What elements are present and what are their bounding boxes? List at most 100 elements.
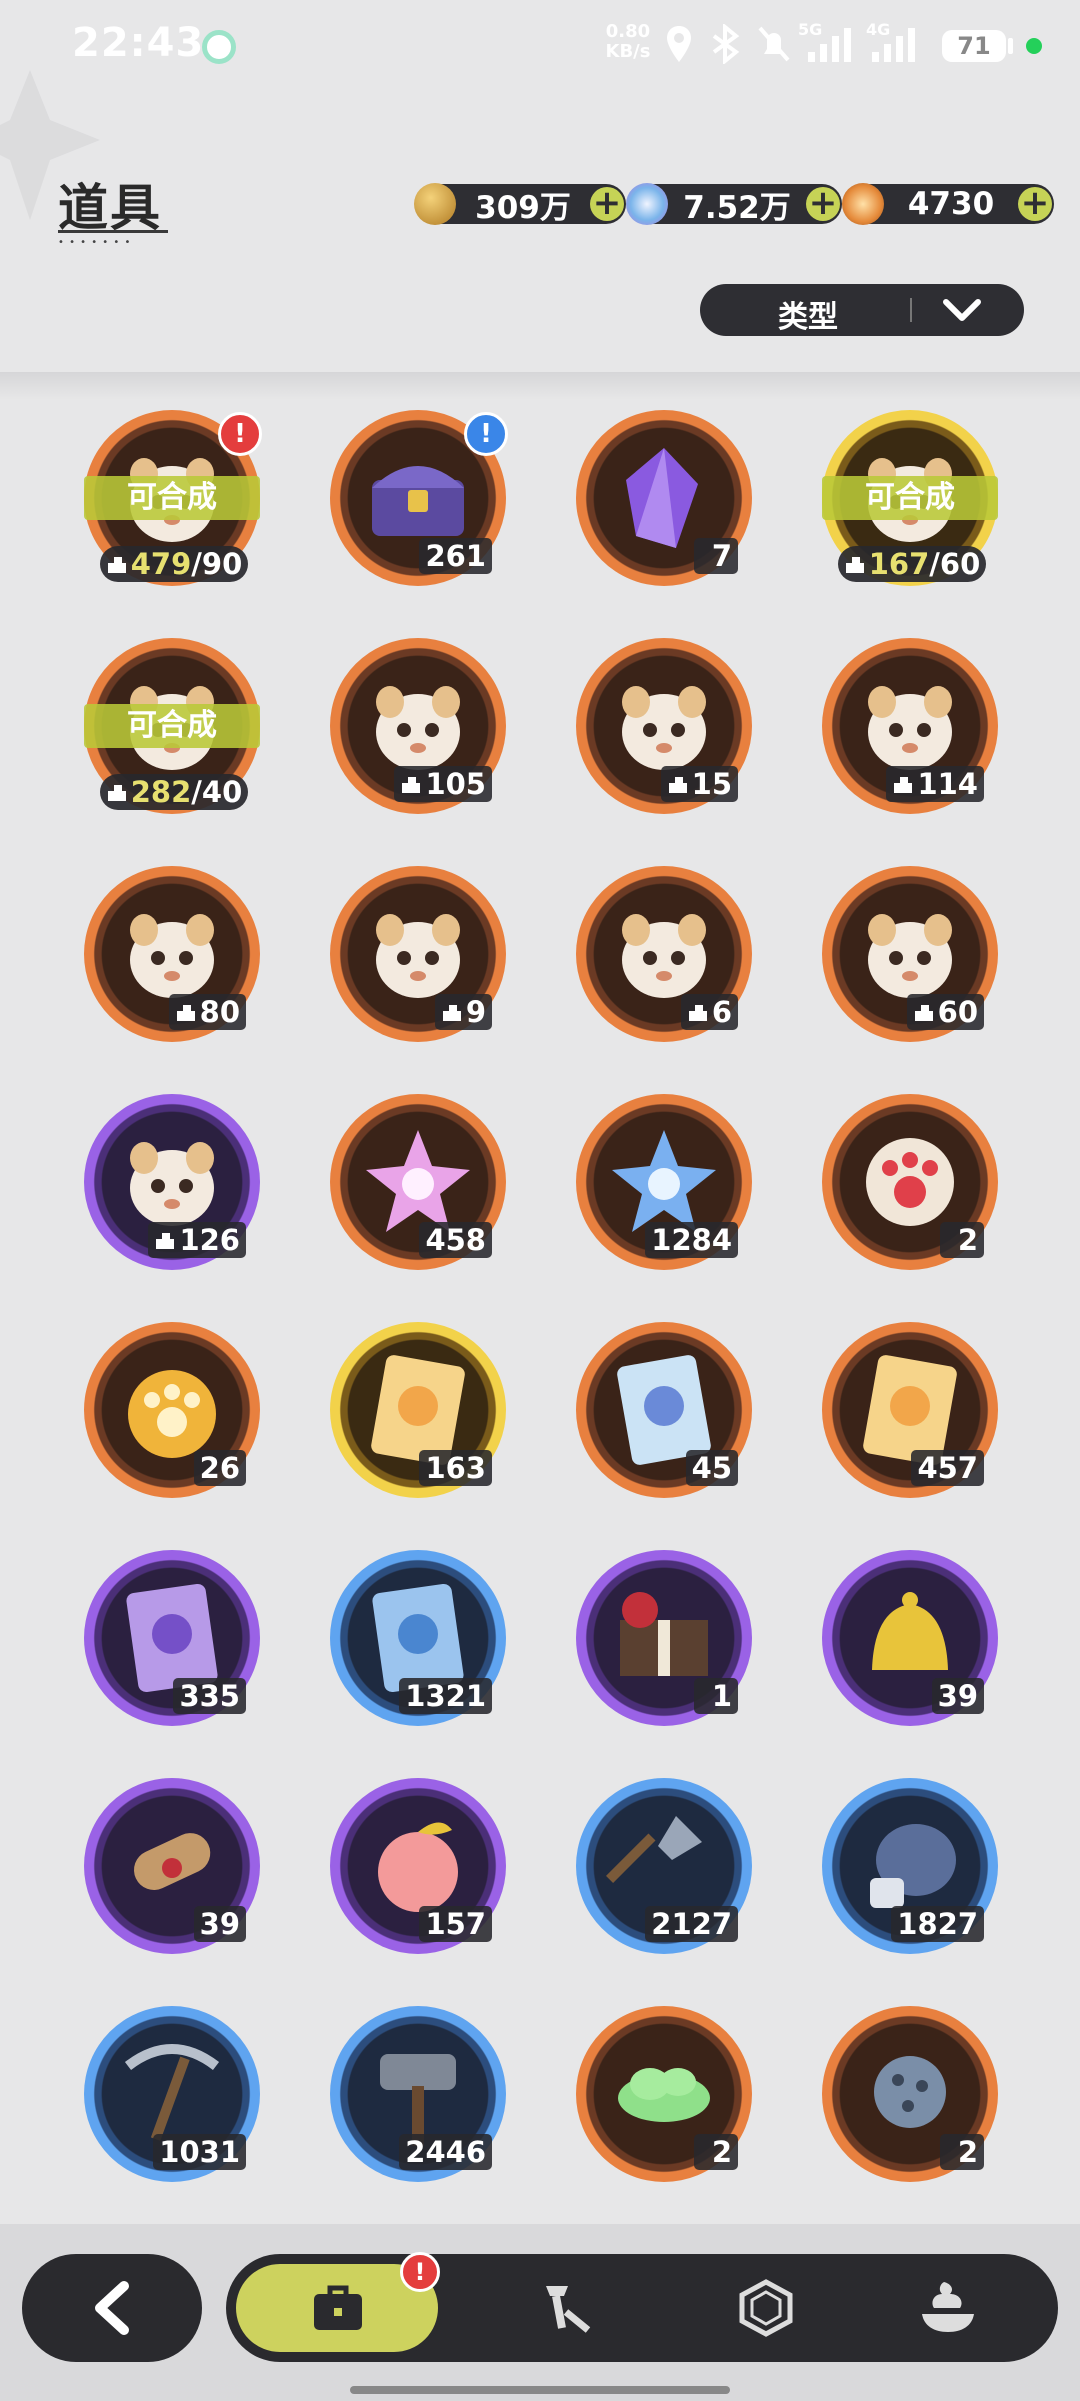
item-count: 126 <box>148 1222 246 1258</box>
item-count: 1827 <box>891 1906 984 1942</box>
craftable-banner: 可合成 <box>84 704 260 748</box>
status-bar: 22:43 0.80 KB/s 5G 4G 71 <box>0 0 1080 92</box>
item-count: 457 <box>911 1450 984 1486</box>
bluetooth-icon <box>712 24 740 64</box>
alert-badge: ! <box>464 412 508 456</box>
back-button[interactable] <box>22 2254 202 2362</box>
bottom-nav <box>226 2254 1058 2362</box>
item-count: 26 <box>193 1450 246 1486</box>
item-slot-golden-puppy-fragment-2[interactable]: 可合成 167/60 <box>822 410 998 586</box>
location-icon <box>667 26 691 62</box>
item-count: 15 <box>660 766 738 802</box>
item-count: 2 <box>940 2134 984 2170</box>
item-slot-shovel[interactable]: 2127 <box>576 1778 752 1954</box>
item-slot-pink-star-crystal[interactable]: 458 <box>330 1094 506 1270</box>
dessert-icon <box>922 2282 974 2332</box>
item-slot-white-cat-fragment[interactable]: 80 <box>84 866 260 1042</box>
type-filter-dropdown[interactable]: 类型 <box>700 284 1024 336</box>
item-slot-blue-card[interactable]: 1321 <box>330 1550 506 1726</box>
item-slot-knight-fragment[interactable]: 114 <box>822 638 998 814</box>
bag-icon <box>314 2285 362 2330</box>
craftable-banner: 可合成 <box>84 476 260 520</box>
crystal-currency: 7.52万 + <box>626 183 842 226</box>
gold-coin-icon <box>414 183 456 225</box>
tab-food[interactable] <box>846 2254 1046 2362</box>
gold-currency: 309万 + <box>414 183 626 226</box>
item-slot-purple-crystal[interactable]: 7 <box>576 410 752 586</box>
item-count: 1321 <box>399 1678 492 1714</box>
item-slot-bear-fragment[interactable]: 15 <box>576 638 752 814</box>
title-underline <box>58 230 168 233</box>
crystal-star-icon <box>626 183 668 225</box>
alert-badge: ! <box>218 412 262 456</box>
item-count: 60 <box>906 994 984 1030</box>
item-slot-tanuki-fragment[interactable]: 126 <box>84 1094 260 1270</box>
add-gold-button[interactable]: + <box>590 186 624 221</box>
app-notification-icon <box>202 30 236 64</box>
item-count: 1031 <box>153 2134 246 2170</box>
item-slot-red-paw-charm[interactable]: 2 <box>822 1094 998 1270</box>
item-count: 80 <box>168 994 246 1030</box>
item-count: 2446 <box>399 2134 492 2170</box>
tab-equipment[interactable] <box>466 2254 666 2362</box>
item-slot-amber-card[interactable]: 457 <box>822 1322 998 1498</box>
add-crystal-button[interactable]: + <box>806 186 840 221</box>
item-slot-golden-bell[interactable]: 39 <box>822 1550 998 1726</box>
item-count: 114 <box>886 766 984 802</box>
item-count: 458 <box>419 1222 492 1258</box>
item-slot-boxing-glove[interactable]: 1827 <box>822 1778 998 1954</box>
item-slot-fox-fragment[interactable]: 105 <box>330 638 506 814</box>
item-slot-scroll[interactable]: 39 <box>84 1778 260 1954</box>
item-count: 9 <box>434 994 492 1030</box>
gem-currency: 4730 + <box>842 183 1054 225</box>
item-count: 163 <box>419 1450 492 1486</box>
privacy-dot <box>1026 38 1042 54</box>
item-slot-cream-cat-fragment[interactable]: 9 <box>330 866 506 1042</box>
item-slot-treasure-chest[interactable]: 261! <box>330 410 508 586</box>
battery-indicator: 71 <box>942 30 1006 62</box>
item-slot-blue-star-crystal[interactable]: 1284 <box>576 1094 752 1270</box>
item-slot-purple-cat-fragment[interactable]: 60 <box>822 866 998 1042</box>
item-slot-gold-card[interactable]: 163 <box>330 1322 506 1498</box>
mute-bell-icon <box>758 26 790 62</box>
item-count: 157 <box>419 1906 492 1942</box>
chevron-left-icon <box>95 2281 129 2335</box>
item-count: 261 <box>419 538 492 574</box>
hexagon-icon <box>739 2279 793 2337</box>
orange-gem-icon <box>842 183 884 225</box>
item-slot-gift-box[interactable]: 1 <box>576 1550 752 1726</box>
item-count: 2127 <box>645 1906 738 1942</box>
item-count: 39 <box>193 1906 246 1942</box>
item-count: 335 <box>173 1678 246 1714</box>
craftable-banner: 可合成 <box>822 476 998 520</box>
tab-materials[interactable] <box>666 2254 866 2362</box>
items-tab-alert-badge: ! <box>400 2252 440 2292</box>
fragment-progress: 282/40 <box>100 774 248 810</box>
filter-label: 类型 <box>778 300 838 335</box>
item-count: 45 <box>685 1450 738 1486</box>
item-slot-golden-puppy-fragment[interactable]: 可合成 479/90! <box>84 410 262 586</box>
item-count: 2 <box>694 2134 738 2170</box>
item-slot-brown-bear-fragment[interactable]: 6 <box>576 866 752 1042</box>
tool-icon <box>546 2286 591 2333</box>
item-count: 2 <box>940 1222 984 1258</box>
item-slot-green-cloud[interactable]: 2 <box>576 2006 752 2182</box>
item-count: 1 <box>694 1678 738 1714</box>
chevron-down-icon <box>943 299 981 321</box>
item-slot-spiked-ball[interactable]: 2 <box>822 2006 998 2182</box>
item-slot-hammer[interactable]: 2446 <box>330 2006 506 2182</box>
item-slot-peach[interactable]: 157 <box>330 1778 506 1954</box>
item-slot-purple-card[interactable]: 335 <box>84 1550 260 1726</box>
fragment-progress: 167/60 <box>838 546 986 582</box>
item-slot-gold-paw-charm[interactable]: 26 <box>84 1322 260 1498</box>
home-indicator[interactable] <box>350 2386 730 2394</box>
item-count: 7 <box>694 538 738 574</box>
item-slot-pickaxe[interactable]: 1031 <box>84 2006 260 2182</box>
item-slot-golden-puppy-fragment-3[interactable]: 可合成 282/40 <box>84 638 260 814</box>
item-count: 6 <box>680 994 738 1030</box>
item-slot-rainbow-card[interactable]: 45 <box>576 1322 752 1498</box>
fragment-progress: 479/90 <box>100 546 248 582</box>
item-count: 1284 <box>645 1222 738 1258</box>
item-count: 105 <box>394 766 492 802</box>
add-gem-button[interactable]: + <box>1018 186 1052 221</box>
